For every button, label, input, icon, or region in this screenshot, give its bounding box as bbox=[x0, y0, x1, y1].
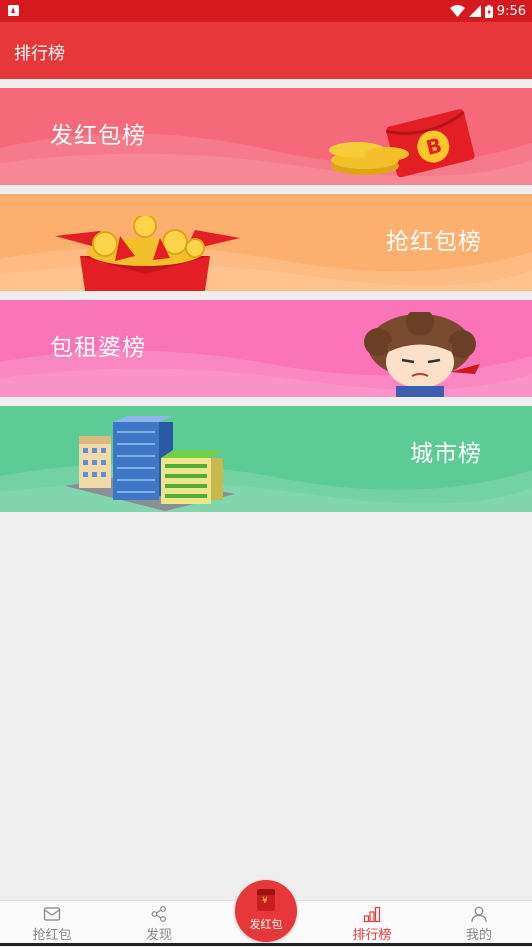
red-envelope-bitcoin-icon: B bbox=[329, 109, 475, 178]
share-icon bbox=[151, 906, 166, 922]
person-icon bbox=[471, 906, 487, 923]
landlady-cartoon-icon bbox=[364, 312, 480, 397]
nav-label: 我的 bbox=[465, 928, 492, 943]
status-bar: 9:56 bbox=[0, 0, 532, 22]
nav-item-mine[interactable]: 我的 bbox=[439, 901, 519, 947]
bar-chart-icon bbox=[363, 906, 381, 923]
nav-item-grab[interactable]: 抢红包 bbox=[12, 901, 92, 947]
ranking-card-landlady[interactable]: 包租婆榜 bbox=[0, 300, 532, 397]
battery-icon bbox=[484, 4, 493, 18]
card-label: 抢红包榜 bbox=[386, 229, 482, 255]
card-label: 包租婆榜 bbox=[50, 335, 146, 361]
ranking-card-city[interactable]: 城市榜 bbox=[0, 406, 532, 512]
city-buildings-icon bbox=[65, 416, 235, 511]
notification-icon bbox=[8, 5, 19, 16]
send-red-envelope-button[interactable]: 发红包 bbox=[235, 880, 297, 942]
app-bar: 排行榜 bbox=[0, 22, 532, 79]
ranking-card-send[interactable]: 发红包榜 B bbox=[0, 88, 532, 185]
card-label: 城市榜 bbox=[410, 441, 482, 467]
signal-icon bbox=[468, 5, 481, 17]
clock: 9:56 bbox=[496, 3, 526, 19]
nav-item-discover[interactable]: 发现 bbox=[119, 901, 199, 947]
wifi-icon bbox=[449, 5, 465, 17]
page-title: 排行榜 bbox=[14, 44, 65, 64]
nav-label: 抢红包 bbox=[32, 928, 72, 943]
envelope-icon bbox=[43, 907, 61, 921]
nav-label: 发现 bbox=[145, 928, 172, 943]
nav-item-ranking[interactable]: 排行榜 bbox=[332, 901, 412, 947]
ranking-card-grab[interactable]: 抢红包榜 bbox=[0, 194, 532, 291]
card-label: 发红包榜 bbox=[50, 123, 146, 149]
open-red-envelope-icon bbox=[55, 216, 240, 291]
red-envelope-icon bbox=[257, 889, 275, 911]
fab-label: 发红包 bbox=[249, 918, 283, 931]
nav-label: 排行榜 bbox=[352, 928, 392, 943]
